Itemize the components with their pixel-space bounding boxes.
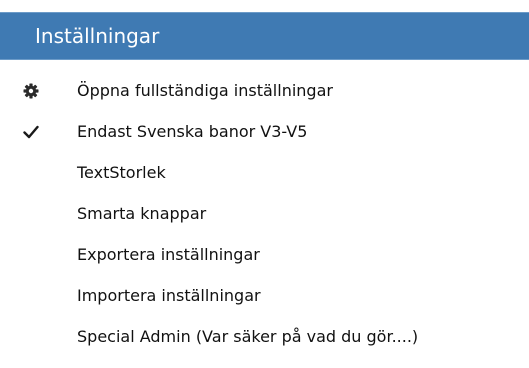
menu-item-smart-buttons[interactable]: Smarta knappar [0, 197, 529, 238]
menu-item-label: Special Admin (Var säker på vad du gör..… [77, 327, 419, 346]
gear-icon [22, 82, 40, 100]
menu-title: Inställningar [35, 24, 160, 48]
menu-item-label: TextStorlek [77, 163, 166, 182]
menu-item-text-size[interactable]: TextStorlek [0, 156, 529, 197]
menu-item-import-settings[interactable]: Importera inställningar [0, 279, 529, 320]
menu-item-label: Öppna fullständiga inställningar [77, 81, 333, 100]
menu-item-special-admin[interactable]: Special Admin (Var säker på vad du gör..… [0, 320, 529, 361]
menu-item-label: Smarta knappar [77, 204, 207, 223]
menu-item-swedish-tracks-only[interactable]: Endast Svenska banor V3-V5 [0, 115, 529, 156]
menu-item-label: Endast Svenska banor V3-V5 [77, 122, 308, 141]
menu-header: Inställningar [0, 12, 529, 60]
menu-item-export-settings[interactable]: Exportera inställningar [0, 238, 529, 279]
menu-item-label: Exportera inställningar [77, 245, 260, 264]
checkmark-icon [22, 123, 40, 141]
menu-item-label: Importera inställningar [77, 286, 261, 305]
menu-item-open-full-settings[interactable]: Öppna fullständiga inställningar [0, 74, 529, 115]
settings-menu: Inställningar Öppna fullständiga inställ… [0, 0, 529, 368]
menu-list: Öppna fullständiga inställningar Endast … [0, 74, 529, 361]
